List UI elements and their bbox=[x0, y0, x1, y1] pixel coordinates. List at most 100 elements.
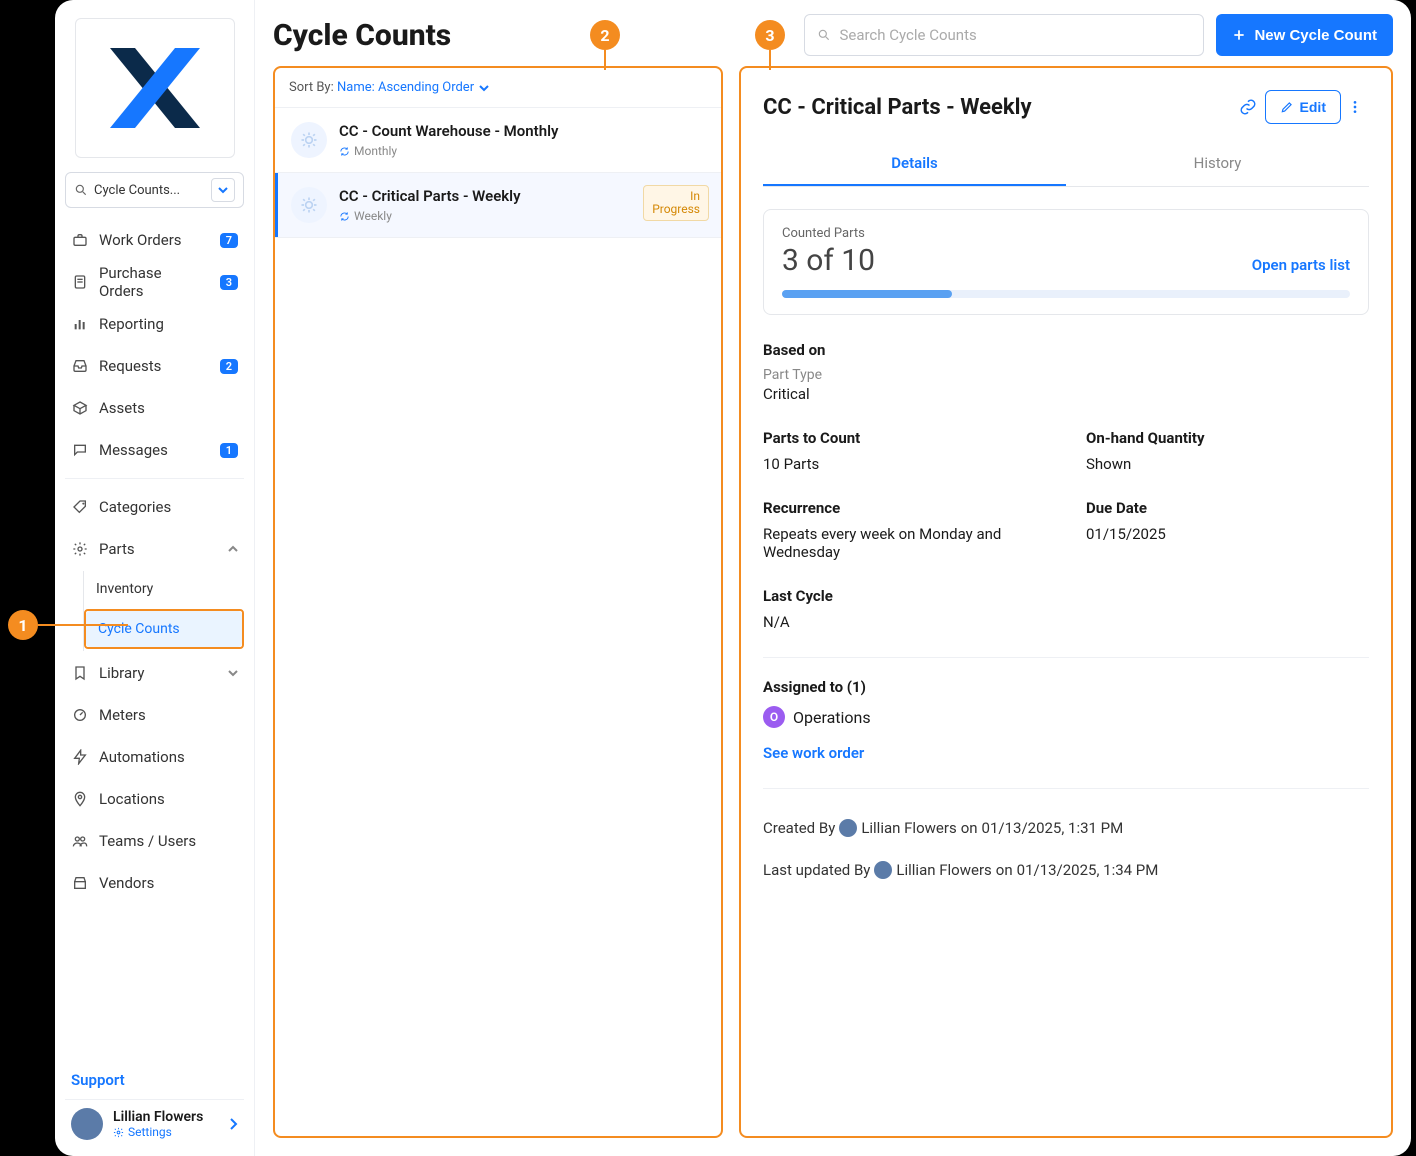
open-parts-list-link[interactable]: Open parts list bbox=[1252, 256, 1350, 274]
due-date-value: 01/15/2025 bbox=[1086, 525, 1369, 543]
see-work-order-link[interactable]: See work order bbox=[763, 744, 1369, 762]
user-avatar-icon bbox=[839, 819, 857, 837]
chevron-down-icon[interactable] bbox=[211, 178, 235, 202]
nav-label: Messages bbox=[99, 441, 168, 459]
counted-parts-card: Counted Parts 3 of 10 Open parts list bbox=[763, 209, 1369, 315]
cycle-count-item[interactable]: CC - Count Warehouse - Monthly Monthly bbox=[275, 108, 721, 173]
nav-label: Teams / Users bbox=[99, 832, 196, 850]
link-icon bbox=[1239, 98, 1257, 116]
gauge-icon bbox=[71, 706, 89, 724]
sidebar-item-assets[interactable]: Assets bbox=[65, 388, 244, 428]
chevron-right-icon bbox=[228, 1117, 238, 1131]
nav-badge: 2 bbox=[220, 359, 238, 374]
topbar: Cycle Counts Search Cycle Counts New Cyc… bbox=[255, 0, 1411, 66]
nav-label: Meters bbox=[99, 706, 146, 724]
sidebar-item-categories[interactable]: Categories bbox=[65, 487, 244, 527]
chat-icon bbox=[71, 441, 89, 459]
gear-icon bbox=[113, 1127, 124, 1138]
cycle-count-list: CC - Count Warehouse - Monthly Monthly C… bbox=[275, 108, 721, 238]
nav-label: Locations bbox=[99, 790, 165, 808]
search-input[interactable]: Search Cycle Counts bbox=[804, 14, 1204, 56]
created-by-row: Created By Lillian Flowers on 01/13/2025… bbox=[763, 819, 1369, 837]
sidebar-subitem-inventory[interactable]: Inventory bbox=[84, 571, 244, 607]
share-link-button[interactable] bbox=[1231, 90, 1265, 124]
recurrence-label: Recurrence bbox=[763, 499, 1046, 517]
pin-icon bbox=[71, 790, 89, 808]
sidebar-item-library[interactable]: Library bbox=[65, 653, 244, 693]
users-icon bbox=[71, 832, 89, 850]
search-icon bbox=[74, 183, 88, 197]
parts-to-count-label: Parts to Count bbox=[763, 429, 1046, 447]
team-avatar-icon: O bbox=[763, 706, 785, 728]
cycle-count-list-panel: Sort By: Name: Ascending Order CC - Coun… bbox=[273, 66, 723, 1138]
sidebar-scope-label: Cycle Counts... bbox=[94, 183, 180, 198]
on-hand-label: On-hand Quantity bbox=[1086, 429, 1369, 447]
list-item-title: CC - Count Warehouse - Monthly bbox=[339, 122, 705, 140]
assignee-chip[interactable]: O Operations bbox=[763, 706, 1369, 728]
tag-icon bbox=[71, 498, 89, 516]
sidebar-scope-selector[interactable]: Cycle Counts... bbox=[65, 172, 244, 208]
sidebar-item-meters[interactable]: Meters bbox=[65, 695, 244, 735]
nav-label: Inventory bbox=[96, 581, 153, 597]
based-on-subtype: Part Type bbox=[763, 367, 1369, 383]
annotation-badge-3: 3 bbox=[755, 20, 785, 50]
bar-chart-icon bbox=[71, 315, 89, 333]
tab-history[interactable]: History bbox=[1066, 142, 1369, 186]
sidebar-item-locations[interactable]: Locations bbox=[65, 779, 244, 819]
nav-label: Work Orders bbox=[99, 231, 182, 249]
kebab-icon bbox=[1347, 99, 1363, 115]
detail-title: CC - Critical Parts - Weekly bbox=[763, 95, 1231, 120]
briefcase-icon bbox=[71, 231, 89, 249]
parts-subnav: Inventory Cycle Counts bbox=[83, 571, 244, 651]
nav-label: Categories bbox=[99, 498, 171, 516]
nav-label: Library bbox=[99, 664, 144, 682]
sidebar-item-requests[interactable]: Requests 2 bbox=[65, 346, 244, 386]
sidebar-item-teams-users[interactable]: Teams / Users bbox=[65, 821, 244, 861]
cycle-count-item[interactable]: CC - Critical Parts - Weekly Weekly InPr… bbox=[275, 173, 721, 238]
inbox-icon bbox=[71, 357, 89, 375]
search-placeholder: Search Cycle Counts bbox=[839, 26, 976, 44]
assignee-name: Operations bbox=[793, 708, 871, 727]
user-menu[interactable]: Lillian Flowers Settings bbox=[65, 1099, 244, 1148]
primary-nav: Work Orders 7 Purchase Orders 3 Reportin… bbox=[65, 220, 244, 903]
new-cycle-count-button[interactable]: New Cycle Count bbox=[1216, 14, 1393, 56]
last-cycle-label: Last Cycle bbox=[763, 587, 1369, 605]
nav-label: Vendors bbox=[99, 874, 154, 892]
last-cycle-value: N/A bbox=[763, 613, 1369, 631]
sidebar-item-messages[interactable]: Messages 1 bbox=[65, 430, 244, 470]
cube-icon bbox=[71, 399, 89, 417]
assigned-to-label: Assigned to (1) bbox=[763, 678, 1369, 696]
counted-value: 3 of 10 bbox=[782, 243, 875, 278]
gear-icon bbox=[291, 122, 327, 158]
due-date-label: Due Date bbox=[1086, 499, 1369, 517]
bookmark-icon bbox=[71, 664, 89, 682]
parts-to-count-value: 10 Parts bbox=[763, 455, 1046, 473]
refresh-icon bbox=[339, 211, 350, 222]
page-title: Cycle Counts bbox=[273, 18, 451, 53]
based-on-value: Critical bbox=[763, 385, 1369, 403]
edit-button[interactable]: Edit bbox=[1265, 90, 1341, 124]
user-settings-link[interactable]: Settings bbox=[113, 1125, 203, 1139]
sidebar-item-purchase-orders[interactable]: Purchase Orders 3 bbox=[65, 262, 244, 302]
tab-details[interactable]: Details bbox=[763, 142, 1066, 186]
sidebar-item-work-orders[interactable]: Work Orders 7 bbox=[65, 220, 244, 260]
sidebar-subitem-cycle-counts[interactable]: Cycle Counts bbox=[86, 611, 242, 647]
annotation-badge-2: 2 bbox=[590, 20, 620, 50]
nav-badge: 7 bbox=[220, 233, 238, 248]
more-menu-button[interactable] bbox=[1341, 99, 1369, 115]
counted-progress bbox=[782, 290, 1350, 298]
bolt-icon bbox=[71, 748, 89, 766]
sidebar-item-vendors[interactable]: Vendors bbox=[65, 863, 244, 903]
sidebar-item-parts[interactable]: Parts bbox=[65, 529, 244, 569]
refresh-icon bbox=[339, 146, 350, 157]
on-hand-value: Shown bbox=[1086, 455, 1369, 473]
sidebar-item-reporting[interactable]: Reporting bbox=[65, 304, 244, 344]
nav-label: Automations bbox=[99, 748, 185, 766]
support-link[interactable]: Support bbox=[65, 1063, 244, 1099]
sort-control[interactable]: Sort By: Name: Ascending Order bbox=[275, 68, 721, 108]
nav-label: Assets bbox=[99, 399, 145, 417]
sidebar-item-automations[interactable]: Automations bbox=[65, 737, 244, 777]
based-on-label: Based on bbox=[763, 341, 1369, 359]
file-icon bbox=[71, 273, 89, 291]
annotation-badge-1: 1 bbox=[8, 610, 38, 640]
